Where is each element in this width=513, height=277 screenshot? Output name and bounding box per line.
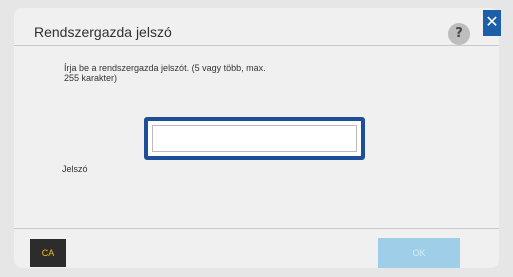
dialog-content: Írja be a rendszergazda jelszót. (5 vagy… bbox=[14, 46, 499, 229]
dialog-titlebar: Rendszergazda jelszó ? ✕ bbox=[14, 8, 501, 46]
password-label: Jelszó bbox=[62, 164, 88, 174]
ca-button[interactable]: CA bbox=[30, 239, 66, 267]
question-mark-icon: ? bbox=[455, 26, 463, 41]
help-button[interactable]: ? bbox=[448, 23, 470, 45]
password-field-frame bbox=[144, 117, 365, 160]
close-icon: ✕ bbox=[485, 12, 499, 31]
dialog-title: Rendszergazda jelszó bbox=[34, 24, 172, 40]
password-dialog: Rendszergazda jelszó ? ✕ Írja be a rends… bbox=[14, 8, 501, 268]
instruction-line-2: 255 karakter) bbox=[64, 73, 118, 83]
instruction-line-1: Írja be a rendszergazda jelszót. (5 vagy… bbox=[64, 63, 266, 73]
close-button[interactable]: ✕ bbox=[483, 10, 501, 36]
ok-button[interactable]: OK bbox=[378, 238, 460, 268]
instruction-text: Írja be a rendszergazda jelszót. (5 vagy… bbox=[64, 63, 324, 83]
password-input[interactable] bbox=[152, 125, 357, 152]
